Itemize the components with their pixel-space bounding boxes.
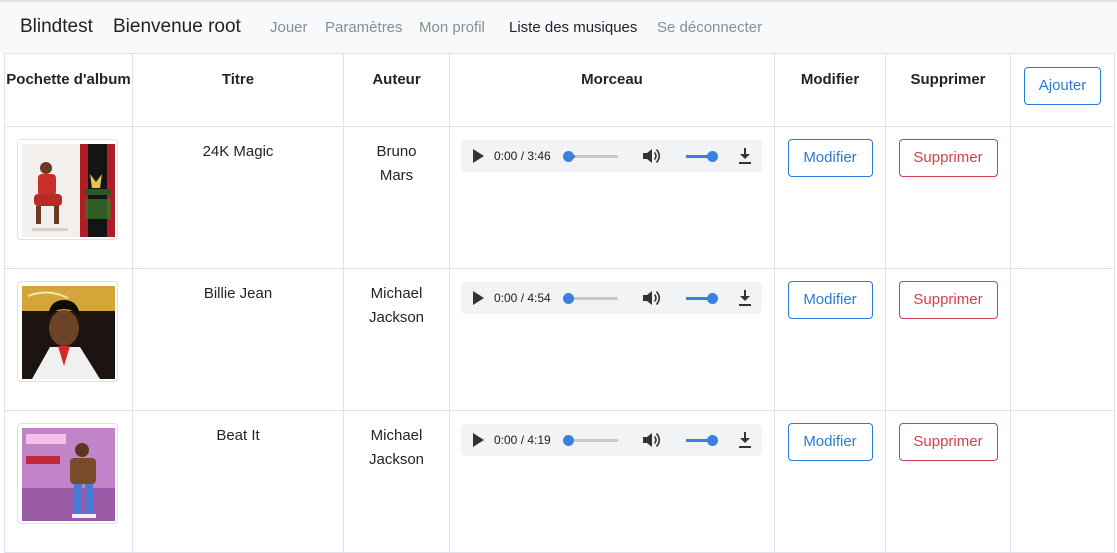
header-track: Morceau: [449, 53, 775, 127]
nav-link-liste-musiques[interactable]: Liste des musiques: [509, 19, 637, 36]
header-edit: Modifier: [774, 53, 886, 127]
volume-slider[interactable]: [686, 293, 718, 304]
play-icon[interactable]: [473, 291, 484, 305]
audio-time: 0:00 / 4:54: [494, 291, 551, 305]
title-cell: Billie Jean: [132, 268, 344, 411]
add-button[interactable]: Ajouter: [1024, 67, 1101, 105]
download-icon[interactable]: [737, 289, 753, 307]
progress-slider[interactable]: [563, 151, 618, 162]
music-table: Pochette d'album Titre Auteur Morceau Mo…: [4, 53, 1115, 553]
brand[interactable]: Blindtest: [20, 16, 93, 38]
header-cover: Pochette d'album: [4, 53, 133, 127]
table-row: Billie Jean Michael Jackson 0:00 / 4:54: [4, 268, 1115, 411]
nav-link-jouer[interactable]: Jouer: [270, 19, 308, 36]
empty-cell: [1010, 410, 1115, 553]
track-cell: 0:00 / 4:19: [449, 410, 775, 553]
audio-time: 0:00 / 4:19: [494, 433, 551, 447]
header-add-cell: Ajouter: [1010, 53, 1115, 127]
edit-button[interactable]: Modifier: [787, 423, 873, 461]
header-delete: Supprimer: [885, 53, 1011, 127]
album-cover-billie-jean: [22, 286, 115, 379]
title-cell: 24K Magic: [132, 126, 344, 269]
edit-cell: Modifier: [774, 268, 886, 411]
audio-time: 0:00 / 3:46: [494, 149, 551, 163]
volume-slider[interactable]: [686, 151, 718, 162]
track-cell: 0:00 / 4:54: [449, 268, 775, 411]
delete-button[interactable]: Supprimer: [898, 139, 998, 177]
volume-slider[interactable]: [686, 435, 718, 446]
empty-cell: [1010, 268, 1115, 411]
volume-icon[interactable]: [642, 147, 662, 165]
table-row: Beat It Michael Jackson 0:00 / 4:19 Modi…: [4, 410, 1115, 553]
track-cell: 0:00 / 3:46: [449, 126, 775, 269]
album-cover-beat-it: [22, 428, 115, 521]
delete-cell: Supprimer: [885, 126, 1011, 269]
header-title: Titre: [132, 53, 344, 127]
album-cover-24k-magic: [22, 144, 115, 237]
delete-button[interactable]: Supprimer: [898, 423, 998, 461]
header-author: Auteur: [343, 53, 450, 127]
album-cover: [17, 281, 118, 382]
author-cell: Bruno Mars: [343, 126, 450, 269]
progress-slider[interactable]: [563, 435, 618, 446]
delete-cell: Supprimer: [885, 268, 1011, 411]
play-icon[interactable]: [473, 149, 484, 163]
welcome-text: Bienvenue root: [113, 16, 241, 37]
audio-player[interactable]: 0:00 / 3:46: [461, 140, 762, 172]
download-icon[interactable]: [737, 147, 753, 165]
progress-slider[interactable]: [563, 293, 618, 304]
edit-button[interactable]: Modifier: [787, 139, 873, 177]
volume-icon[interactable]: [642, 289, 662, 307]
nav-link-mon-profil[interactable]: Mon profil: [419, 19, 485, 36]
edit-button[interactable]: Modifier: [787, 281, 873, 319]
cover-cell: [4, 126, 133, 269]
table-row: 24K Magic Bruno Mars 0:00 / 3:46 Modifie…: [4, 126, 1115, 269]
nav-link-parametres[interactable]: Paramètres: [325, 19, 403, 36]
cover-cell: [4, 268, 133, 411]
delete-button[interactable]: Supprimer: [898, 281, 998, 319]
navbar: Blindtest Bienvenue root Jouer Paramètre…: [0, 0, 1117, 53]
play-icon[interactable]: [473, 433, 484, 447]
author-cell: Michael Jackson: [343, 410, 450, 553]
album-cover: [17, 423, 118, 524]
table-header-row: Pochette d'album Titre Auteur Morceau Mo…: [4, 53, 1115, 127]
edit-cell: Modifier: [774, 410, 886, 553]
album-cover: [17, 139, 118, 240]
edit-cell: Modifier: [774, 126, 886, 269]
delete-cell: Supprimer: [885, 410, 1011, 553]
title-cell: Beat It: [132, 410, 344, 553]
author-cell: Michael Jackson: [343, 268, 450, 411]
audio-player[interactable]: 0:00 / 4:19: [461, 424, 762, 456]
download-icon[interactable]: [737, 431, 753, 449]
empty-cell: [1010, 126, 1115, 269]
volume-icon[interactable]: [642, 431, 662, 449]
cover-cell: [4, 410, 133, 553]
nav-link-se-deconnecter[interactable]: Se déconnecter: [657, 19, 762, 36]
audio-player[interactable]: 0:00 / 4:54: [461, 282, 762, 314]
